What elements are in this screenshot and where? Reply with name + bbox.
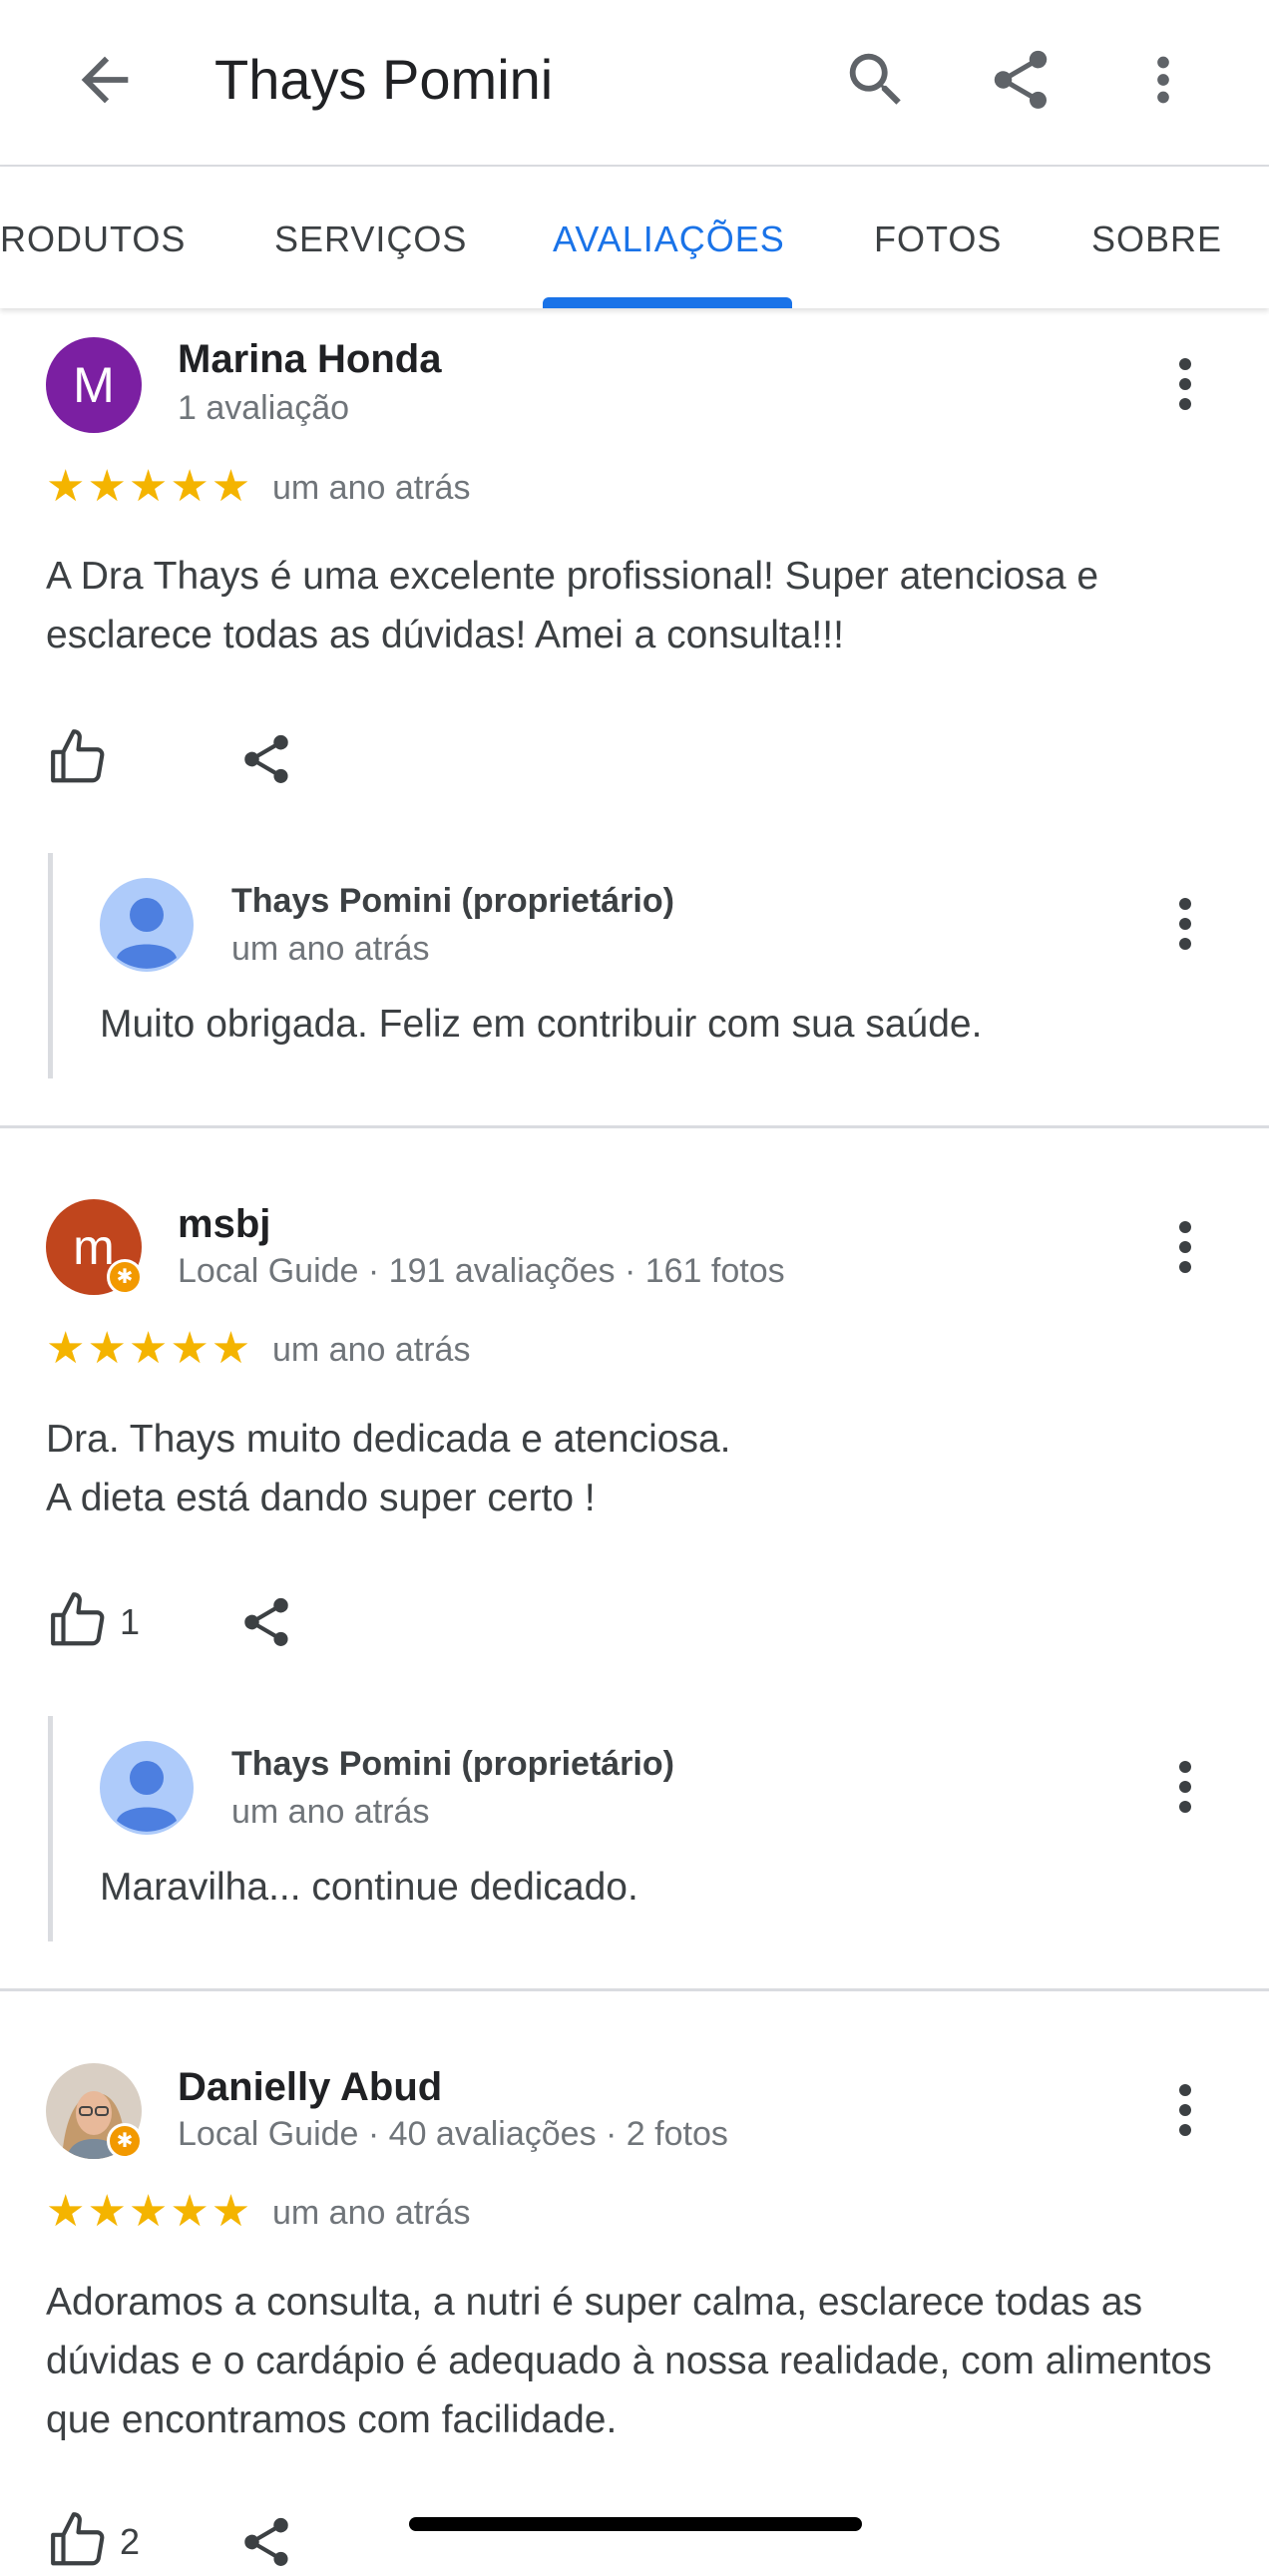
reviewer-name[interactable]: Marina Honda <box>178 337 441 382</box>
reply-divider <box>48 1716 53 1941</box>
like-count: 1 <box>120 1601 141 1642</box>
review-date: um ano atrás <box>272 469 471 507</box>
back-arrow-icon[interactable] <box>70 45 140 115</box>
more-vert-icon[interactable] <box>1162 344 1208 424</box>
thumbs-up-icon[interactable] <box>48 2509 110 2571</box>
reply-date: um ano atrás <box>231 1793 430 1831</box>
star-rating: ★★★★★ <box>46 462 253 511</box>
page-title: Thays Pomini <box>214 48 554 111</box>
review-text-line: Dra. Thays muito dedicada e atenciosa. <box>46 1418 731 1461</box>
share-icon[interactable] <box>237 2513 295 2571</box>
avatar[interactable]: M <box>46 337 142 433</box>
share-icon[interactable] <box>237 1593 295 1651</box>
tab-servicos[interactable]: SERVIÇOS <box>274 218 467 260</box>
divider <box>0 1988 1269 1991</box>
reviewer-meta: Local Guide · 40 avaliações · 2 fotos <box>178 2115 728 2153</box>
share-icon[interactable] <box>237 730 295 788</box>
owner-name: Thays Pomini (proprietário) <box>231 1745 674 1783</box>
thumbs-up-icon[interactable] <box>48 726 110 788</box>
more-vert-icon[interactable] <box>1162 2070 1208 2150</box>
star-rating: ★★★★★ <box>46 2187 253 2236</box>
review-date: um ano atrás <box>272 2194 471 2232</box>
owner-avatar <box>100 1741 194 1835</box>
review-date: um ano atrás <box>272 1331 471 1369</box>
reviewer-name[interactable]: msbj <box>178 1202 270 1247</box>
tab-avaliacoes[interactable]: AVALIAÇÕES <box>553 218 785 260</box>
tab-sobre[interactable]: SOBRE <box>1091 218 1222 260</box>
home-indicator[interactable] <box>409 2517 862 2531</box>
more-vert-icon[interactable] <box>1162 1747 1208 1827</box>
star-rating: ★★★★★ <box>46 1324 253 1373</box>
reply-text: Muito obrigada. Feliz em contribuir com … <box>100 1003 983 1046</box>
more-vert-icon[interactable] <box>1162 1207 1208 1287</box>
review-text: A Dra Thays é uma excelente profissional… <box>46 555 1099 656</box>
local-guide-badge-icon: ✱ <box>107 2123 143 2159</box>
review-text: Adoramos a consulta, a nutri é super cal… <box>46 2281 1212 2441</box>
reviewer-meta: 1 avaliação <box>178 389 350 427</box>
tab-produtos[interactable]: RODUTOS <box>0 218 186 260</box>
like-count: 2 <box>120 2521 141 2562</box>
more-vert-icon[interactable] <box>1128 45 1198 115</box>
reply-date: um ano atrás <box>231 930 430 968</box>
tab-fotos[interactable]: FOTOS <box>874 218 1002 260</box>
reply-text: Maravilha... continue dedicado. <box>100 1866 638 1909</box>
review-text-line: A dieta está dando super certo ! <box>46 1477 596 1519</box>
local-guide-badge-icon: ✱ <box>107 1259 143 1295</box>
tab-bar: RODUTOS SERVIÇOS AVALIAÇÕES FOTOS SOBRE <box>0 167 1269 308</box>
search-icon[interactable] <box>841 45 911 115</box>
reply-divider <box>48 853 53 1078</box>
active-tab-indicator <box>543 297 792 308</box>
thumbs-up-icon[interactable] <box>48 1589 110 1651</box>
reviewer-name[interactable]: Danielly Abud <box>178 2065 442 2110</box>
share-icon[interactable] <box>986 45 1056 115</box>
app-bar: Thays Pomini <box>0 0 1269 167</box>
more-vert-icon[interactable] <box>1162 884 1208 964</box>
owner-name: Thays Pomini (proprietário) <box>231 882 674 920</box>
reviewer-meta: Local Guide · 191 avaliações · 161 fotos <box>178 1252 785 1290</box>
divider <box>0 1125 1269 1128</box>
owner-avatar <box>100 878 194 972</box>
